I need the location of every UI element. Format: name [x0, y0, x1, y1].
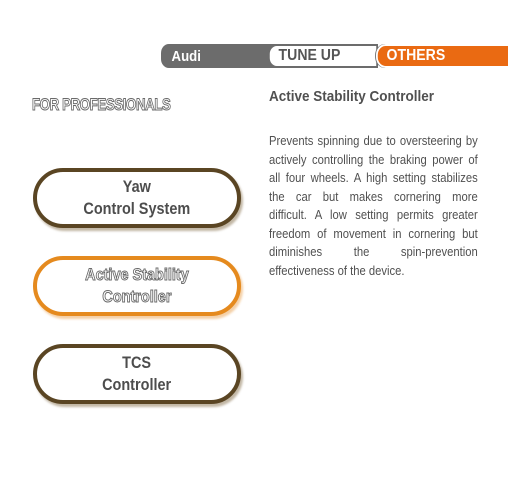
yaw-control-system-button[interactable]: Yaw Control System [33, 168, 241, 228]
tcs-controller-button[interactable]: TCS Controller [33, 344, 241, 404]
top-tab-bar: Audi TUNE UP OTHERS [0, 0, 512, 80]
tab-make[interactable]: Audi [161, 44, 280, 68]
tcs-controller-label: TCS Controller [102, 353, 172, 394]
active-stability-controller-label: Active Stability Controller [85, 265, 189, 307]
description-body: Prevents spinning due to oversteering by… [269, 134, 478, 278]
active-stability-controller-button[interactable]: Active Stability Controller [33, 256, 241, 316]
section-heading: FOR PROFESSIONALS [32, 95, 172, 115]
tab-tune-up-label: TUNE UP [278, 47, 341, 64]
tab-tune-up[interactable]: TUNE UP [268, 44, 378, 68]
tab-make-label: Audi [171, 47, 201, 65]
tab-others[interactable]: OTHERS [376, 44, 510, 68]
tab-others-label: OTHERS [386, 47, 446, 64]
yaw-control-system-label: Yaw Control System [83, 177, 191, 218]
description-title: Active Stability Controller [269, 88, 435, 105]
